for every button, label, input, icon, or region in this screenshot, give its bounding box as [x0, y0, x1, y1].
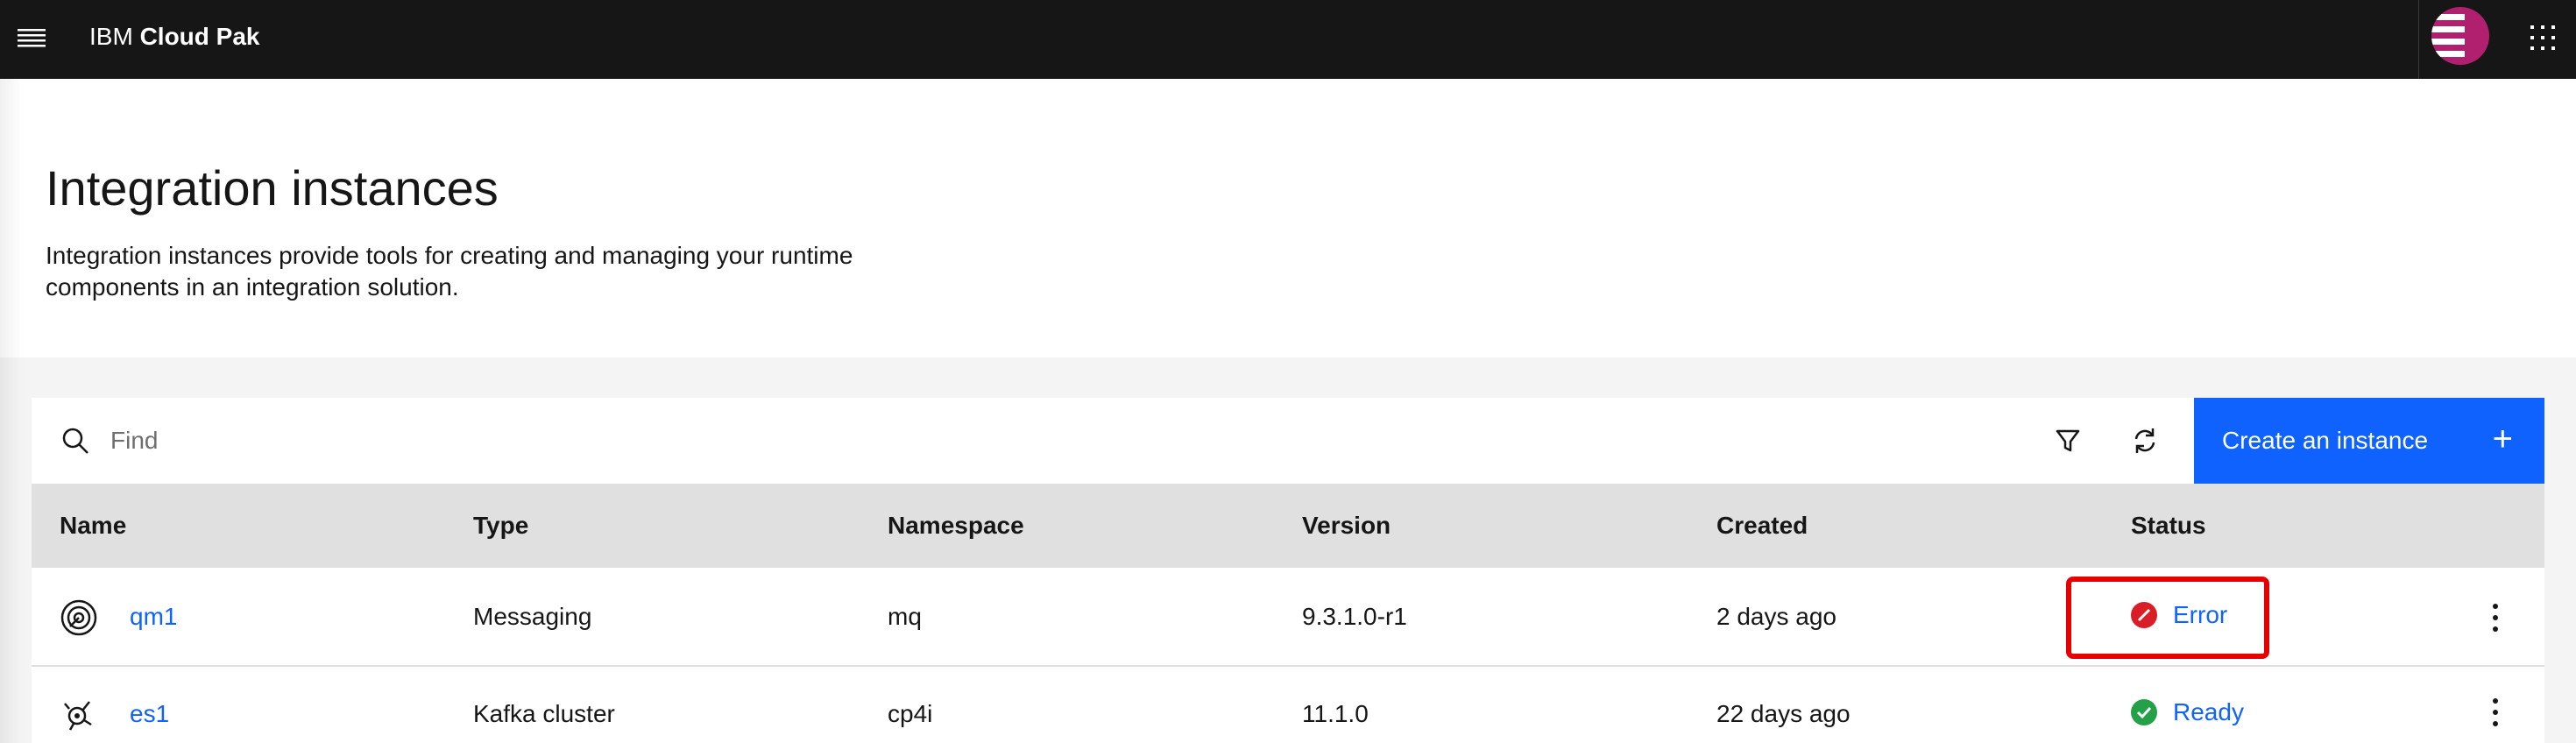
column-header-name[interactable]: Name — [60, 510, 126, 541]
page-description: Integration instances provide tools for … — [46, 242, 853, 301]
add-icon: + — [2492, 420, 2513, 458]
row-overflow-menu-icon[interactable] — [2485, 695, 2506, 730]
instance-type: Kafka cluster — [473, 700, 615, 727]
table-row: es1 Kafka cluster cp4i 11.1.0 22 days ag… — [32, 667, 2544, 743]
checkmark-icon — [2131, 699, 2157, 725]
instance-name-link[interactable]: qm1 — [130, 601, 177, 633]
status-badge[interactable]: Ready — [2131, 698, 2244, 726]
page-title: Integration instances — [46, 160, 499, 216]
instance-type: Messaging — [473, 603, 592, 630]
create-instance-button[interactable]: Create an instance + — [2194, 398, 2544, 484]
column-header-namespace[interactable]: Namespace — [888, 510, 1024, 541]
instance-namespace: mq — [888, 603, 922, 630]
user-avatar-area[interactable] — [2418, 0, 2506, 79]
page-header: Integration instances Integration instan… — [0, 79, 2576, 357]
instance-name-link[interactable]: es1 — [130, 698, 169, 730]
instance-namespace: cp4i — [888, 700, 933, 727]
kafka-cluster-icon — [64, 701, 92, 731]
create-instance-label: Create an instance — [2222, 427, 2429, 454]
table-header-row: Name Type Namespace Version Created Stat… — [32, 484, 2544, 568]
refresh-icon[interactable] — [2124, 420, 2166, 462]
search-icon — [62, 428, 88, 454]
table-row: qm1 Messaging mq 9.3.1.0-r1 2 days ago E… — [32, 568, 2544, 667]
column-header-version[interactable]: Version — [1302, 510, 1391, 541]
column-header-status[interactable]: Status — [2131, 510, 2206, 541]
product-brand[interactable]: IBM Cloud Pak — [89, 22, 259, 52]
instances-table: Name Type Namespace Version Created Stat… — [32, 484, 2544, 743]
messaging-icon — [60, 599, 97, 636]
instance-created: 22 days ago — [1716, 700, 1851, 727]
hamburger-menu-icon[interactable] — [14, 20, 49, 55]
top-header: IBM Cloud Pak — [0, 0, 2576, 79]
brand-prefix: IBM — [89, 23, 133, 50]
error-icon — [2131, 602, 2157, 628]
brand-product: Cloud Pak — [139, 23, 260, 50]
table-toolbar: Create an instance + — [32, 398, 2544, 484]
row-overflow-menu-icon[interactable] — [2485, 600, 2506, 635]
status-badge[interactable]: Error — [2131, 601, 2227, 629]
status-label: Ready — [2173, 698, 2244, 725]
instance-version: 11.1.0 — [1302, 700, 1369, 727]
column-header-created[interactable]: Created — [1716, 510, 1808, 541]
column-header-type[interactable]: Type — [473, 510, 528, 541]
avatar[interactable] — [2431, 7, 2489, 65]
filter-icon[interactable] — [2047, 420, 2089, 462]
search-input[interactable] — [110, 417, 1950, 464]
app-switcher-icon[interactable] — [2525, 20, 2560, 55]
instance-version: 9.3.1.0-r1 — [1302, 603, 1407, 630]
instance-created: 2 days ago — [1716, 603, 1836, 630]
status-label: Error — [2173, 601, 2228, 628]
